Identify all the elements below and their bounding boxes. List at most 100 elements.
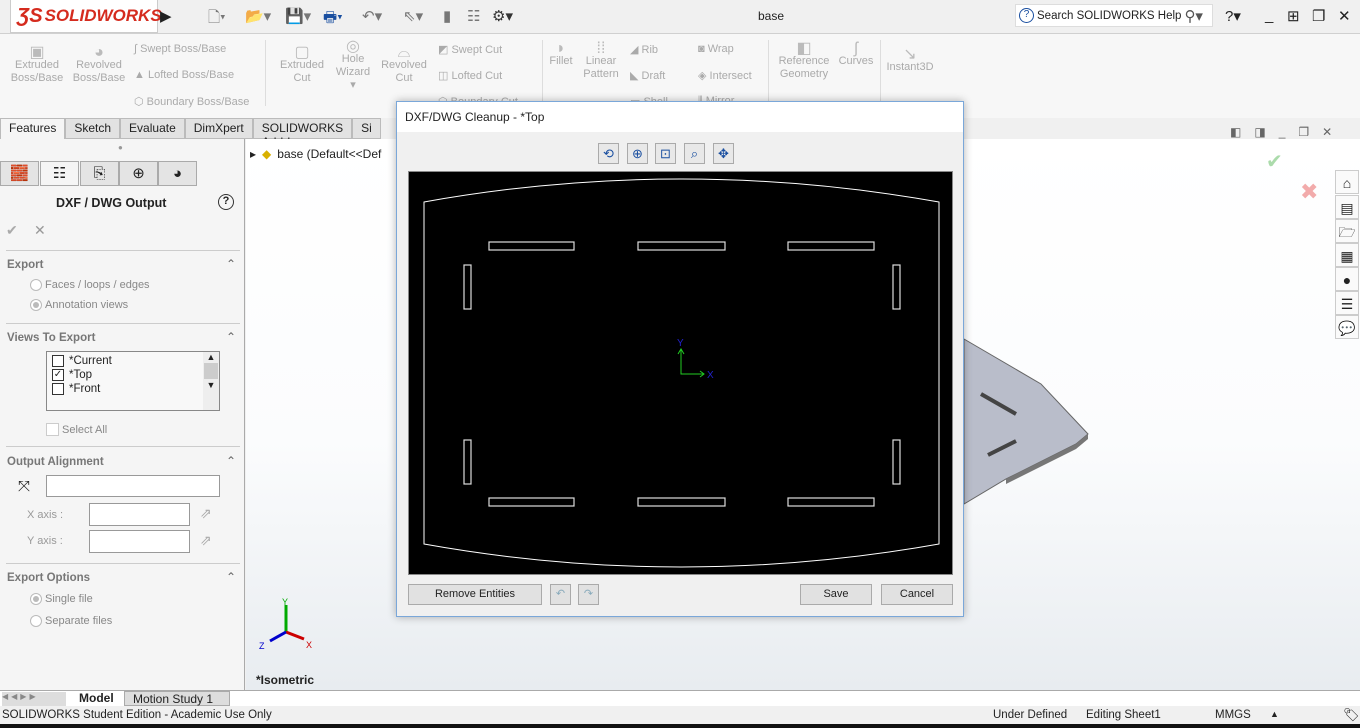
revolved-boss-button[interactable]: ◕ Revolved Boss/Base bbox=[70, 45, 128, 85]
configuration-manager-tab-icon[interactable]: ⎘ bbox=[80, 161, 119, 186]
part-model[interactable] bbox=[946, 329, 1106, 519]
reverse-direction-icon[interactable]: ⇗ bbox=[200, 532, 212, 549]
remove-entities-button[interactable]: Remove Entities bbox=[408, 584, 542, 605]
collapse-chevron-icon[interactable]: ⌃ bbox=[226, 570, 236, 584]
extruded-boss-button[interactable]: ▣ Extruded Boss/Base bbox=[8, 45, 66, 85]
task-pane-forum-icon[interactable]: 💬 bbox=[1335, 315, 1359, 339]
property-manager-tab-icon[interactable]: ☷ bbox=[40, 161, 79, 186]
save-icon[interactable]: 💾▾ bbox=[285, 7, 311, 25]
minimize-icon[interactable]: _ bbox=[1265, 7, 1273, 24]
search-icon[interactable]: ⚲▾ bbox=[1184, 7, 1203, 25]
new-icon[interactable]: 🗋▾ bbox=[208, 7, 226, 32]
search-help-input[interactable]: ? Search SOLIDWORKS Help ⚲▾ bbox=[1015, 4, 1213, 27]
tab-addins[interactable]: SOLIDWORKS Add-Ins bbox=[252, 118, 353, 149]
checkbox-checked[interactable]: ✓ bbox=[52, 369, 64, 381]
print-icon[interactable]: 🖶▾ bbox=[323, 7, 343, 32]
radio-annotation-views[interactable]: Annotation views bbox=[30, 299, 128, 311]
swept-boss-button[interactable]: ∫ Swept Boss/Base bbox=[134, 43, 226, 55]
units-arrow-icon[interactable]: ▲ bbox=[1270, 709, 1279, 719]
close-icon[interactable]: ✕ bbox=[1338, 7, 1351, 25]
select-icon[interactable]: ⇖▾ bbox=[403, 7, 423, 25]
task-pane-appearances-icon[interactable]: ● bbox=[1335, 267, 1359, 291]
doc-close-icon[interactable]: ✕ bbox=[1322, 125, 1332, 139]
select-all-checkbox[interactable]: Select All bbox=[46, 423, 107, 436]
rotate-view-icon[interactable]: ⟲ bbox=[598, 143, 619, 164]
next-window-icon[interactable]: ◨ bbox=[1254, 125, 1265, 139]
revolved-cut-button[interactable]: ⌓ Revolved Cut bbox=[378, 45, 430, 85]
draft-button[interactable]: ◣ Draft bbox=[630, 69, 665, 82]
linear-pattern-button[interactable]: ⁞⁞ Linear Pattern bbox=[578, 41, 624, 81]
dxf-preview-canvas[interactable]: Y X bbox=[408, 171, 953, 575]
y-axis-input[interactable] bbox=[89, 530, 190, 553]
task-pane-file-explorer-icon[interactable]: 🗁 bbox=[1335, 219, 1359, 243]
radio-separate-files[interactable]: Separate files bbox=[30, 615, 112, 627]
checkbox[interactable] bbox=[52, 383, 64, 395]
tab-sketch[interactable]: Sketch bbox=[65, 118, 121, 139]
feature-manager-tab-icon[interactable]: 🧱 bbox=[0, 161, 39, 186]
open-icon[interactable]: 📂▾ bbox=[245, 7, 271, 25]
prev-window-icon[interactable]: ◧ bbox=[1230, 125, 1241, 139]
list-item[interactable]: *Current bbox=[47, 352, 219, 367]
collapse-chevron-icon[interactable]: ⌃ bbox=[226, 257, 236, 271]
rib-button[interactable]: ◢ Rib bbox=[630, 43, 658, 56]
rebuild-icon[interactable]: ▮ bbox=[443, 7, 451, 25]
expand-arrow-icon[interactable]: ▸ bbox=[250, 147, 256, 161]
task-pane-view-palette-icon[interactable]: ▦ bbox=[1335, 243, 1359, 267]
reference-geometry-button[interactable]: ◧ Reference Geometry bbox=[774, 41, 834, 81]
swept-cut-button[interactable]: ◩ Swept Cut bbox=[438, 43, 502, 56]
task-pane-custom-properties-icon[interactable]: ☰ bbox=[1335, 291, 1359, 315]
lofted-cut-button[interactable]: ◫ Lofted Cut bbox=[438, 69, 502, 82]
tab-features[interactable]: Features bbox=[0, 118, 66, 139]
tab-motion-study[interactable]: Motion Study 1 bbox=[124, 691, 230, 706]
tab-scroll-arrows[interactable]: ◀◀▶▶ bbox=[2, 692, 66, 706]
expand-menu-icon[interactable]: ▶ bbox=[160, 7, 172, 25]
radio-faces-loops-edges[interactable]: Faces / loops / edges bbox=[30, 279, 150, 291]
cancel-button[interactable]: Cancel bbox=[881, 584, 953, 605]
reverse-direction-icon[interactable]: ⇗ bbox=[200, 505, 212, 522]
solidworks-logo[interactable]: ƷS SOLIDWORKS bbox=[10, 0, 162, 33]
collapse-chevron-icon[interactable]: ⌃ bbox=[226, 454, 236, 468]
ok-check-icon[interactable]: ✔ bbox=[6, 222, 18, 239]
save-button[interactable]: Save bbox=[800, 584, 872, 605]
help-icon[interactable]: ? bbox=[218, 194, 234, 210]
x-axis-input[interactable] bbox=[89, 503, 190, 526]
feature-tree-root[interactable]: ▸ ◆ base (Default<<Def bbox=[250, 147, 381, 161]
list-item[interactable]: *Front bbox=[47, 381, 219, 395]
units-selector[interactable]: MMGS bbox=[1215, 709, 1251, 721]
tab-dimxpert[interactable]: DimXpert bbox=[184, 118, 253, 139]
undo-icon[interactable]: ↶▾ bbox=[362, 7, 382, 25]
doc-restore-icon[interactable]: ❐ bbox=[1298, 125, 1309, 139]
zoom-to-area-icon[interactable]: ⊡ bbox=[655, 143, 676, 164]
extruded-cut-button[interactable]: ▢ Extruded Cut bbox=[276, 45, 328, 85]
intersect-button[interactable]: ◈ Intersect bbox=[698, 69, 752, 82]
dimxpert-manager-tab-icon[interactable]: ⊕ bbox=[119, 161, 158, 186]
tab-simulation[interactable]: Si bbox=[352, 118, 381, 139]
tile-icon[interactable]: ⊞ bbox=[1287, 7, 1300, 25]
doc-minimize-icon[interactable]: _ bbox=[1279, 125, 1286, 139]
confirm-cancel-icon[interactable]: ✖ bbox=[1300, 179, 1318, 205]
file-properties-icon[interactable]: ☷ bbox=[467, 7, 480, 25]
fillet-button[interactable]: ◗ Fillet bbox=[546, 41, 576, 68]
list-item[interactable]: ✓ *Top bbox=[47, 367, 219, 381]
radio-single-file[interactable]: Single file bbox=[30, 593, 93, 605]
list-scrollbar[interactable]: ▲ ▼ bbox=[203, 352, 219, 410]
zoom-in-icon[interactable]: ⊕ bbox=[627, 143, 648, 164]
panel-splitter-handle[interactable]: ● bbox=[118, 143, 123, 152]
hole-wizard-button[interactable]: ◎ Hole Wizard ▾ bbox=[330, 39, 376, 92]
tab-model[interactable]: Model bbox=[72, 691, 121, 705]
task-pane-home-icon[interactable]: ⌂ bbox=[1335, 170, 1359, 194]
undo-icon[interactable]: ↶ bbox=[550, 584, 571, 605]
help-menu-icon[interactable]: ?▾ bbox=[1225, 7, 1241, 25]
confirm-ok-icon[interactable]: ✔ bbox=[1266, 149, 1283, 174]
cancel-x-icon[interactable]: ✕ bbox=[34, 222, 46, 239]
tag-icon[interactable]: 🏷 bbox=[1343, 707, 1360, 723]
task-pane-library-icon[interactable]: ▤ bbox=[1335, 195, 1359, 219]
origin-input[interactable] bbox=[46, 475, 220, 497]
redo-icon[interactable]: ↷ bbox=[578, 584, 599, 605]
collapse-chevron-icon[interactable]: ⌃ bbox=[226, 330, 236, 344]
curves-button[interactable]: ʃ Curves bbox=[836, 41, 876, 68]
lofted-boss-button[interactable]: ▲ Lofted Boss/Base bbox=[134, 69, 234, 81]
tab-evaluate[interactable]: Evaluate bbox=[120, 118, 185, 139]
display-manager-tab-icon[interactable]: ◕ bbox=[158, 161, 197, 186]
wrap-button[interactable]: ◙ Wrap bbox=[698, 43, 734, 55]
